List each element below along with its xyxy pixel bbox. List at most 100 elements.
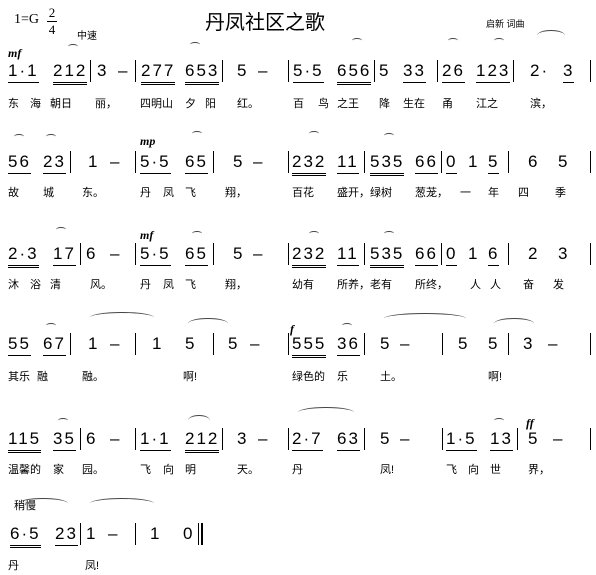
slur — [90, 498, 154, 509]
note-group: 35 — [53, 430, 76, 451]
barline — [288, 333, 289, 355]
lyric: 降 — [379, 98, 390, 110]
slur — [298, 407, 354, 418]
lyric: 翔， — [225, 187, 247, 199]
lyric: 人 — [470, 279, 481, 291]
barline — [442, 428, 443, 450]
note-group: 5·5 — [293, 62, 324, 83]
sustain-dash: – — [253, 152, 265, 171]
lyric: 凤 — [163, 187, 174, 199]
note-group: 5 — [488, 153, 500, 174]
note-group: 123 — [476, 62, 511, 83]
barline — [80, 428, 81, 450]
lyric: 百花 — [292, 187, 314, 199]
slur — [309, 131, 319, 136]
lyric: 凤! — [85, 560, 100, 572]
lyric: 葱茏， — [415, 187, 448, 199]
lyric: 融 — [37, 371, 48, 383]
lyric: 奋 — [523, 279, 534, 291]
key-signature: 1=G — [14, 12, 40, 27]
note-group: 66 — [415, 245, 438, 266]
lyric: 百 — [293, 98, 304, 110]
dynamic-marking: mf — [140, 228, 154, 242]
dynamic-marking: mp — [140, 134, 156, 148]
note-group: 5 — [528, 429, 540, 448]
note-group: 0 — [446, 245, 458, 266]
barline — [441, 243, 442, 265]
note-group: 5 — [558, 152, 570, 171]
barline — [508, 333, 509, 355]
barline — [70, 151, 71, 173]
lyric: 四 — [518, 187, 529, 199]
slur — [46, 134, 56, 139]
note-group: 2 — [528, 244, 540, 263]
lyric: 丽， — [95, 98, 117, 110]
barline — [590, 428, 591, 450]
note-group: 3 — [558, 244, 570, 263]
barline — [135, 523, 136, 545]
note-group: 65 — [185, 245, 208, 266]
note-group: 1 — [88, 334, 100, 353]
note-group: 11 — [337, 245, 359, 266]
note-group: 277 — [141, 62, 176, 85]
note-group: 1 — [86, 524, 98, 543]
note-group: 6 — [86, 244, 98, 263]
note-group: 212 — [185, 430, 220, 453]
dynamic-marking: f — [290, 322, 294, 336]
sustain-dash: – — [108, 524, 120, 543]
song-title: 丹凤社区之歌 — [205, 10, 325, 34]
note-group: 5 — [233, 152, 245, 171]
barline — [364, 333, 365, 355]
lyric: 清 — [50, 279, 61, 291]
note-group: 3 — [97, 61, 109, 80]
lyric: 翔， — [225, 279, 247, 291]
slur — [56, 227, 66, 232]
barline — [213, 243, 214, 265]
note-group: 5 — [488, 334, 500, 353]
lyric: 天。 — [237, 464, 259, 476]
sustain-dash: – — [110, 429, 122, 448]
lyric: 生在 — [403, 98, 425, 110]
slur — [18, 498, 68, 509]
note-group: 17 — [53, 245, 76, 266]
slur — [192, 231, 202, 236]
lyric: 向 — [468, 464, 479, 476]
note-group: 5 — [380, 334, 392, 353]
barline — [90, 60, 91, 82]
lyric: 朝日 — [50, 98, 72, 110]
slur — [309, 231, 319, 236]
lyric: 温馨的 — [8, 464, 41, 476]
slur — [352, 38, 362, 43]
tempo-marking: 中速 — [77, 31, 97, 42]
sustain-dash: – — [400, 334, 412, 353]
sustain-dash: – — [110, 334, 122, 353]
slur — [188, 318, 228, 329]
note-group: 33 — [403, 62, 426, 83]
slur — [448, 38, 458, 43]
barline — [288, 151, 289, 173]
slur — [494, 418, 504, 423]
lyric: 向 — [163, 464, 174, 476]
barline — [442, 333, 443, 355]
slur — [342, 323, 352, 328]
lyric: 夕 — [185, 98, 196, 110]
lyric: 东 — [8, 98, 19, 110]
time-top: 2 — [48, 5, 56, 20]
sustain-dash: – — [250, 334, 262, 353]
barline — [364, 428, 365, 450]
barline — [288, 60, 289, 82]
lyric: 年 — [488, 187, 499, 199]
barline — [70, 333, 71, 355]
barline — [590, 60, 591, 82]
note-group: 2·3 — [8, 245, 39, 268]
lyric: 所终， — [415, 279, 448, 291]
barline — [135, 60, 136, 82]
slur — [537, 30, 565, 41]
note-group: 63 — [337, 430, 360, 451]
lyric: 所养， — [337, 279, 370, 291]
lyric: 滨， — [530, 98, 552, 110]
note-group: 1 — [150, 524, 162, 543]
score-page: 丹凤社区之歌 1=G 2 4 中速 启新 词曲 1·1 212 3–277 653 5–… — [0, 0, 596, 575]
dynamic-marking: mf — [8, 46, 22, 60]
lyric: 家 — [53, 464, 64, 476]
